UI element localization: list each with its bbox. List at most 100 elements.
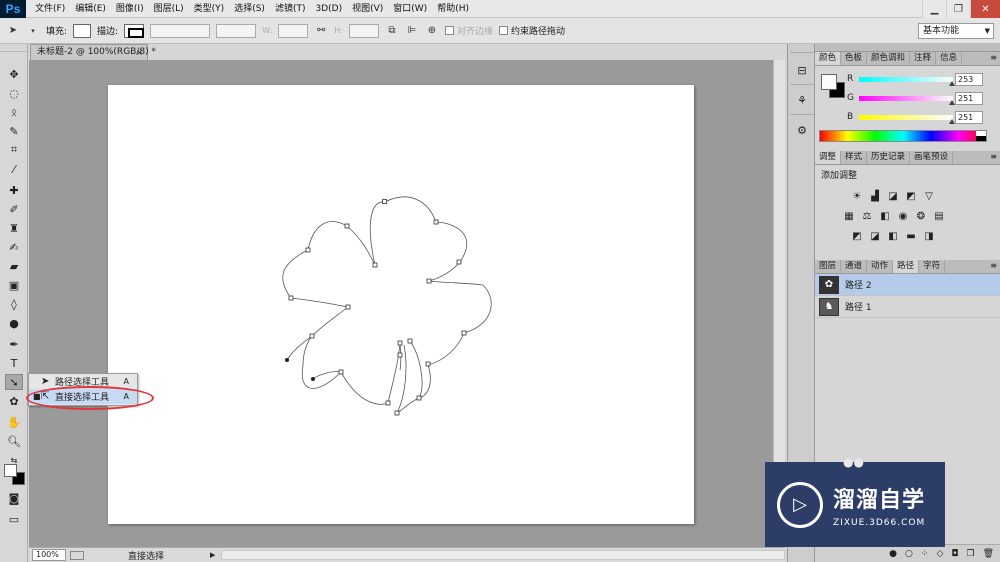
restore-button[interactable]: ❐ [946, 0, 970, 18]
menu-layer[interactable]: 图层(L) [149, 0, 189, 18]
color-lookup-icon[interactable]: ▤ [933, 211, 945, 223]
invert-icon[interactable]: ◩ [851, 231, 863, 243]
selective-color-icon[interactable]: ◨ [923, 231, 935, 243]
color-balance-icon[interactable]: ⚖ [861, 211, 873, 223]
quick-mask-icon[interactable]: ◙ [5, 490, 23, 506]
doc-info-icon[interactable] [70, 550, 84, 560]
curves-icon[interactable]: ◪ [887, 191, 899, 203]
foreground-swatch[interactable] [821, 74, 837, 90]
anchor-point[interactable] [288, 295, 294, 301]
anchor-point[interactable] [394, 410, 400, 416]
load-selection-icon[interactable]: ⁘ [921, 549, 929, 559]
brush-panel-icon[interactable]: ⚘ [794, 92, 810, 108]
tab-styles[interactable]: 样式 [841, 151, 868, 164]
link-icon[interactable]: ⚯ [314, 24, 328, 38]
anchor-point[interactable] [433, 219, 439, 225]
move-tool-icon[interactable]: ✥ [5, 66, 23, 82]
direction-handle[interactable] [285, 358, 289, 362]
path-operations-icon[interactable]: ⧉ [385, 24, 399, 38]
green-slider-track[interactable] [859, 96, 953, 101]
tab-history[interactable]: 历史记录 [867, 151, 911, 164]
anchor-point[interactable] [309, 333, 315, 339]
path-row[interactable]: ✿ 路径 2 [815, 274, 1000, 296]
clone-stamp-tool-icon[interactable]: ♜ [5, 220, 23, 236]
blue-slider-thumb[interactable] [948, 119, 955, 124]
constrain-path-checkbox[interactable]: 约束路径拖动 [498, 24, 565, 37]
dodge-tool-icon[interactable]: ● [5, 315, 23, 331]
tab-notes[interactable]: 注释 [910, 52, 937, 65]
menu-image[interactable]: 图像(I) [111, 0, 149, 18]
brush-tool-icon[interactable]: ✐ [5, 201, 23, 217]
height-field[interactable] [348, 23, 379, 38]
foreground-color-swatch[interactable] [4, 464, 17, 477]
direct-select-tool-icon[interactable]: ➤ [6, 24, 20, 38]
clover-path-drawing[interactable] [108, 85, 694, 524]
quick-select-tool-icon[interactable]: ✎ [5, 123, 23, 139]
stroke-width-field[interactable] [150, 23, 211, 38]
healing-brush-tool-icon[interactable]: ✚ [5, 182, 23, 198]
tab-layers[interactable]: 图层 [815, 260, 842, 273]
tools-grip[interactable] [0, 44, 27, 52]
zoom-tool-icon[interactable]: 🔍︎ [5, 433, 23, 449]
green-slider-thumb[interactable] [948, 100, 955, 105]
menu-type[interactable]: 类型(Y) [189, 0, 230, 18]
menu-edit[interactable]: 编辑(E) [70, 0, 111, 18]
menu-filter[interactable]: 滤镜(T) [270, 0, 311, 18]
workspace-select[interactable]: 基本功能 ▼ [918, 23, 994, 39]
anchor-point[interactable] [338, 369, 344, 375]
anchor-point[interactable] [407, 338, 413, 344]
panel-menu-icon[interactable]: ≡ [990, 152, 997, 161]
stroke-type-dropdown[interactable] [216, 23, 257, 38]
red-slider-track[interactable] [859, 77, 953, 82]
hue-saturation-icon[interactable]: ▦ [843, 211, 855, 223]
red-value-field[interactable]: 253 [955, 73, 983, 86]
tab-paths[interactable]: 路径 [893, 260, 920, 273]
anchor-point[interactable] [305, 247, 311, 253]
menu-view[interactable]: 视图(V) [347, 0, 388, 18]
custom-shape-tool-icon[interactable]: ✿ [5, 393, 23, 409]
black-white-icon[interactable]: ◧ [879, 211, 891, 223]
menu-help[interactable]: 帮助(H) [432, 0, 474, 18]
minimize-button[interactable]: ▁ [922, 0, 946, 18]
green-value-field[interactable]: 251 [955, 92, 983, 105]
lasso-tool-icon[interactable]: ᛟ [5, 104, 23, 120]
posterize-icon[interactable]: ◪ [869, 231, 881, 243]
menu-window[interactable]: 窗口(W) [388, 0, 432, 18]
gradient-map-icon[interactable]: ▬ [905, 231, 917, 243]
blue-value-field[interactable]: 251 [955, 111, 983, 124]
direction-handle[interactable] [311, 377, 315, 381]
hand-tool-icon[interactable]: ✋ [5, 414, 23, 430]
anchor-point[interactable] [416, 395, 422, 401]
channel-mixer-icon[interactable]: ❂ [915, 211, 927, 223]
eyedropper-tool-icon[interactable]: ⁄ [5, 161, 23, 177]
tab-channels[interactable]: 通道 [841, 260, 868, 273]
fill-path-icon[interactable]: ● [889, 549, 897, 559]
anchor-point[interactable] [426, 278, 432, 284]
horizontal-scrollbar[interactable] [221, 550, 785, 560]
tab-info[interactable]: 信息 [936, 52, 963, 65]
make-work-path-icon[interactable]: ◇ [936, 549, 943, 559]
blue-slider-track[interactable] [859, 115, 953, 120]
vibrance-icon[interactable]: ▽ [923, 191, 935, 203]
history-brush-tool-icon[interactable]: ✍ [5, 239, 23, 255]
color-swatches[interactable] [4, 464, 26, 486]
screen-mode-icon[interactable]: ▭ [5, 511, 23, 527]
anchor-point[interactable] [344, 223, 350, 229]
crop-tool-icon[interactable]: ⌗ [5, 142, 23, 158]
path-row[interactable]: ♞ 路径 1 [815, 296, 1000, 318]
clone-source-icon[interactable]: ⚙ [794, 122, 810, 138]
path-alignment-icon[interactable]: ⊫ [405, 24, 419, 38]
blur-tool-icon[interactable]: ◊ [5, 296, 23, 312]
anchor-point[interactable] [397, 352, 403, 358]
tool-presets-icon[interactable]: ⊟ [794, 62, 810, 78]
panel-menu-icon[interactable]: ≡ [990, 53, 997, 62]
exposure-icon[interactable]: ◩ [905, 191, 917, 203]
threshold-icon[interactable]: ◧ [887, 231, 899, 243]
black-white-ramp[interactable] [976, 131, 986, 141]
path-arrangement-icon[interactable]: ⊕ [425, 24, 439, 38]
eraser-tool-icon[interactable]: ▰ [5, 258, 23, 274]
tab-brush-presets[interactable]: 画笔预设 [910, 151, 954, 164]
direct-selection-tool-icon[interactable]: ➘ [5, 374, 23, 390]
panel-grip[interactable] [815, 44, 1000, 52]
anchor-point[interactable] [345, 304, 351, 310]
